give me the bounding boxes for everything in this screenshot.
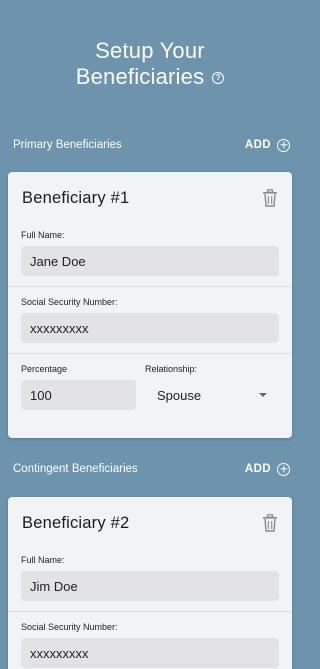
card-title: Beneficiary #1 [22, 188, 130, 207]
ssn-group: Social Security Number: xxxxxxxxx [8, 286, 292, 353]
add-contingent-button[interactable]: ADD [244, 462, 290, 476]
percentage-column: Percentage 100 [21, 364, 136, 410]
ssn-label: Social Security Number: [21, 622, 118, 632]
percentage-relationship-row: Percentage 100 Relationship: Spouse [21, 364, 279, 410]
add-contingent-label: ADD [244, 463, 271, 475]
percentage-field[interactable]: 100 [21, 380, 136, 410]
full-name-label: Full Name: [21, 230, 65, 240]
trash-icon[interactable] [262, 514, 278, 532]
chevron-down-icon [259, 393, 267, 397]
primary-section-title: Primary Beneficiaries [13, 139, 122, 151]
help-icon[interactable]: ? [212, 72, 225, 84]
relationship-column: Relationship: Spouse [145, 364, 279, 410]
card-header: Beneficiary #2 [8, 497, 292, 549]
percentage-label: Percentage [21, 364, 68, 374]
card-title: Beneficiary #2 [22, 513, 130, 532]
relationship-select[interactable]: Spouse [145, 380, 279, 410]
primary-section-header: Primary Beneficiaries ADD [13, 136, 290, 154]
page-title: Setup Your Beneficiaries ? [0, 38, 300, 90]
full-name-field[interactable]: Jane Doe [21, 246, 279, 276]
full-name-group: Full Name: Jim Doe [8, 549, 292, 611]
relationship-label: Relationship: [145, 364, 198, 374]
add-primary-label: ADD [244, 139, 271, 151]
beneficiary-card-2: Beneficiary #2 Full Name: Jim Doe Social… [8, 497, 292, 669]
card-header: Beneficiary #1 [8, 172, 292, 224]
add-circle-icon [277, 138, 290, 152]
add-primary-button[interactable]: ADD [244, 138, 290, 152]
title-line-1: Setup Your [95, 38, 205, 63]
title-line-2: Beneficiaries [75, 64, 205, 89]
full-name-group: Full Name: Jane Doe [8, 224, 292, 286]
full-name-field[interactable]: Jim Doe [21, 571, 279, 601]
add-circle-icon [277, 462, 290, 476]
contingent-section-title: Contingent Beneficiaries [13, 463, 138, 475]
beneficiaries-screen: Setup Your Beneficiaries ? Primary Benef… [0, 0, 300, 669]
percentage-relationship-group: Percentage 100 Relationship: Spouse [8, 353, 292, 420]
trash-icon[interactable] [262, 189, 278, 207]
relationship-value: Spouse [157, 387, 202, 403]
beneficiary-card-1: Beneficiary #1 Full Name: Jane Doe Socia… [8, 172, 292, 438]
ssn-label: Social Security Number: [21, 297, 118, 307]
ssn-field[interactable]: xxxxxxxxx [21, 313, 279, 343]
full-name-label: Full Name: [21, 555, 65, 565]
ssn-field[interactable]: xxxxxxxxx [21, 638, 279, 668]
ssn-group: Social Security Number: xxxxxxxxx [8, 611, 292, 669]
contingent-section-header: Contingent Beneficiaries ADD [13, 460, 290, 478]
title-line-2-row: Beneficiaries ? [76, 64, 225, 90]
